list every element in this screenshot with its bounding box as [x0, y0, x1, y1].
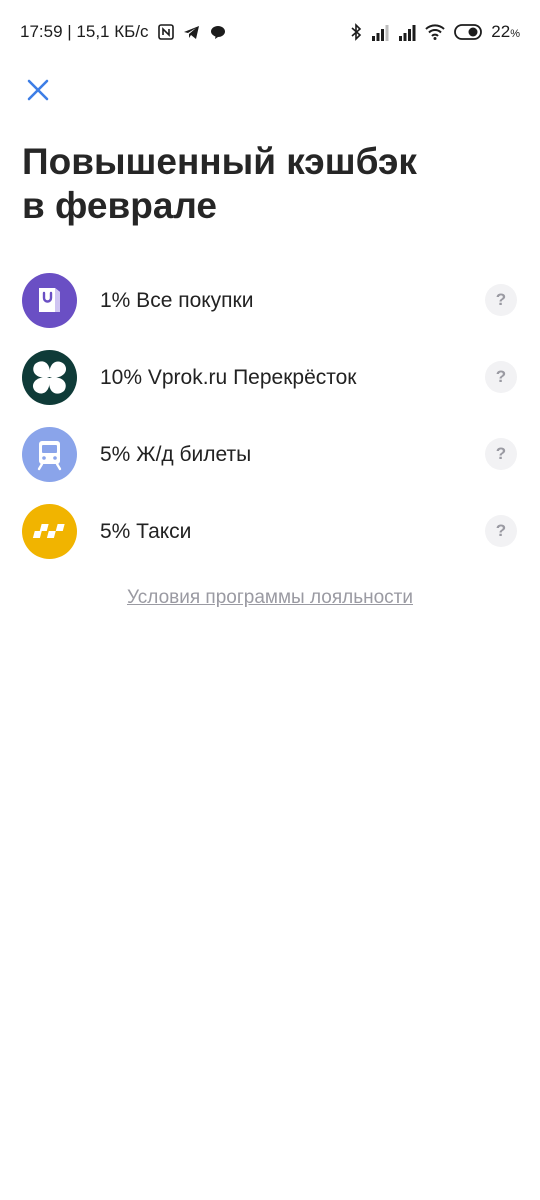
- status-right: 22%: [350, 22, 520, 42]
- shopping-bag-icon: [22, 273, 77, 328]
- taxi-icon: [22, 504, 77, 559]
- cashback-list: 1% Все покупки ? 10% Vprok.ru Перекрёсто…: [0, 270, 540, 578]
- cashback-item-all-purchases[interactable]: 1% Все покупки ?: [0, 270, 540, 347]
- status-bar: 17:59 | 15,1 КБ/с 22%: [0, 0, 540, 64]
- help-button[interactable]: ?: [485, 361, 517, 393]
- close-button[interactable]: [22, 74, 54, 106]
- cashback-item-label: 10% Vprok.ru Перекрёсток: [100, 366, 357, 389]
- nfc-icon: [157, 23, 175, 41]
- close-icon: [27, 79, 49, 101]
- page-title: Повышенный кэшбэк в феврале: [22, 140, 502, 228]
- signal-icon-2: [398, 24, 416, 41]
- cashback-item-label: 5% Такси: [100, 520, 192, 543]
- help-button[interactable]: ?: [485, 284, 517, 316]
- loyalty-terms-link[interactable]: Условия программы лояльности: [0, 587, 540, 609]
- battery-level: 22%: [491, 22, 520, 41]
- status-left: 17:59 | 15,1 КБ/с: [20, 22, 227, 42]
- signal-icon-1: [371, 24, 389, 41]
- cashback-item-label: 1% Все покупки: [100, 289, 254, 312]
- bluetooth-icon: [350, 23, 362, 41]
- page-title-line1: Повышенный кэшбэк: [22, 141, 417, 182]
- help-button[interactable]: ?: [485, 515, 517, 547]
- chat-icon: [209, 23, 227, 41]
- telegram-icon: [183, 23, 201, 41]
- help-button[interactable]: ?: [485, 438, 517, 470]
- perekrestok-logo: [22, 350, 77, 405]
- cashback-item-train-tickets[interactable]: 5% Ж/д билеты ?: [0, 424, 540, 501]
- page-title-line2: в феврале: [22, 185, 218, 226]
- wifi-icon: [425, 24, 445, 40]
- cashback-item-taxi[interactable]: 5% Такси ?: [0, 501, 540, 578]
- train-icon: [22, 427, 77, 482]
- cashback-item-perekrestok[interactable]: 10% Vprok.ru Перекрёсток ?: [0, 347, 540, 424]
- battery-saver-icon: [454, 24, 483, 40]
- status-time: 17:59 | 15,1 КБ/с: [20, 22, 149, 41]
- cashback-item-label: 5% Ж/д билеты: [100, 443, 252, 466]
